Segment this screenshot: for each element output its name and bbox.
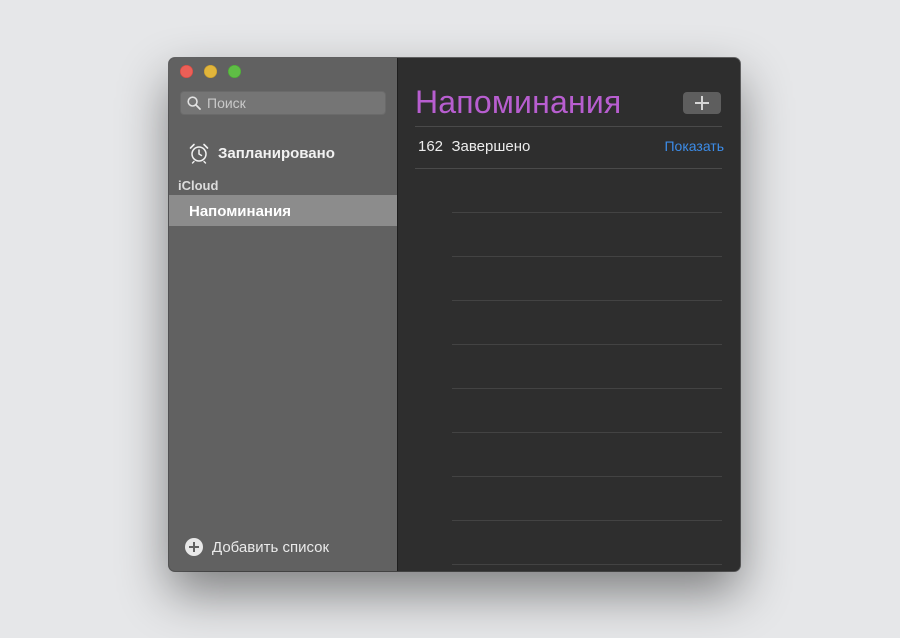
empty-row-line <box>452 256 722 257</box>
empty-row-line <box>452 344 722 345</box>
empty-row-line <box>452 476 722 477</box>
completed-label: Завершено <box>451 138 531 155</box>
sidebar: Запланировано iCloud Напоминания Добавит… <box>169 58 398 571</box>
divider <box>415 126 722 127</box>
zoom-button[interactable] <box>228 65 241 78</box>
reminders-pane: Напоминания 162 Завершено Показать <box>398 58 740 571</box>
alarm-clock-icon <box>189 143 209 164</box>
add-list-button[interactable]: Добавить список <box>185 536 375 558</box>
add-list-label: Добавить список <box>212 539 330 556</box>
search-icon <box>187 96 201 110</box>
search-input[interactable] <box>207 94 377 112</box>
page-title: Напоминания <box>415 84 622 120</box>
reminders-window: Запланировано iCloud Напоминания Добавит… <box>169 58 740 571</box>
empty-row-line <box>452 300 722 301</box>
search-field[interactable] <box>180 91 386 115</box>
close-button[interactable] <box>180 65 193 78</box>
empty-row-line <box>452 432 722 433</box>
minimize-button[interactable] <box>204 65 217 78</box>
divider <box>415 168 722 169</box>
add-reminder-button[interactable] <box>683 92 721 114</box>
empty-row-line <box>452 388 722 389</box>
empty-row-line <box>452 564 722 565</box>
sidebar-item-scheduled[interactable]: Запланировано <box>169 140 397 168</box>
sidebar-item-reminders[interactable]: Напоминания <box>169 195 397 226</box>
plus-icon <box>695 96 709 110</box>
sidebar-item-label: Напоминания <box>189 203 291 220</box>
account-section-title: iCloud <box>178 178 219 193</box>
completed-count: 162 <box>418 138 444 155</box>
sidebar-item-label: Запланировано <box>218 145 335 162</box>
completed-row: 162 Завершено Показать <box>418 138 728 158</box>
empty-row-line <box>452 520 722 521</box>
empty-row-line <box>452 212 722 213</box>
plus-circle-icon <box>185 538 203 556</box>
show-completed-link[interactable]: Показать <box>664 138 724 154</box>
